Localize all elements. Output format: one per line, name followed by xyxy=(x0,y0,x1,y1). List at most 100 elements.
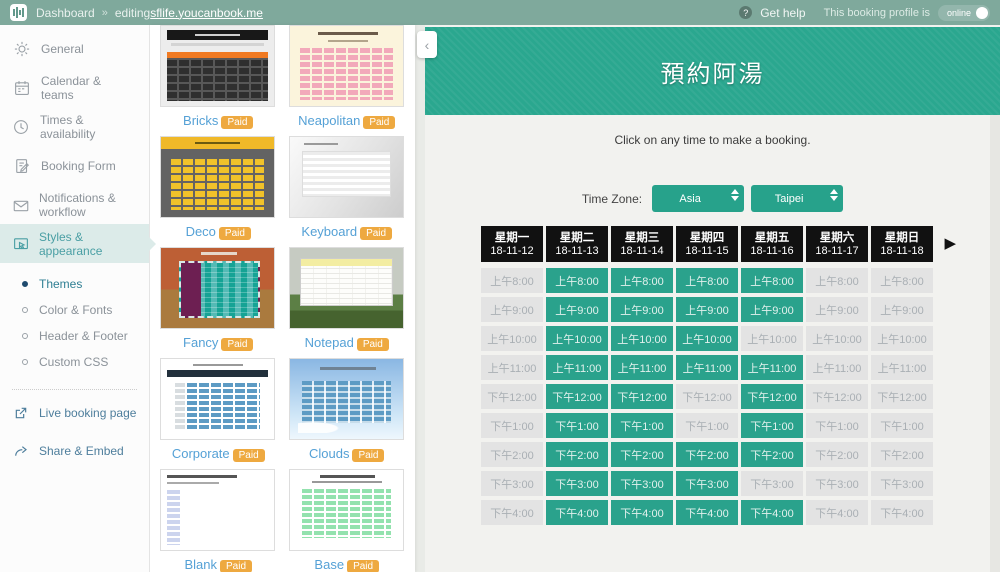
collapse-preview-button[interactable]: ‹ xyxy=(417,31,437,58)
theme-thumbnail-fancy[interactable] xyxy=(160,247,275,329)
preview-scrollbar[interactable] xyxy=(990,115,1000,572)
time-slot-18-11-13-下午1:00[interactable]: 下午1:00 xyxy=(546,413,608,438)
time-slot-18-11-16-下午4:00[interactable]: 下午4:00 xyxy=(741,500,803,525)
time-slot-18-11-15-上午8:00[interactable]: 上午8:00 xyxy=(676,268,738,293)
time-slot-18-11-15-下午3:00[interactable]: 下午3:00 xyxy=(676,471,738,496)
time-slot-18-11-13-上午8:00[interactable]: 上午8:00 xyxy=(546,268,608,293)
theme-card-bricks[interactable]: Bricks Paid xyxy=(160,25,277,129)
time-slot-18-11-13-下午2:00[interactable]: 下午2:00 xyxy=(546,442,608,467)
sidebar-subitem-themes[interactable]: Themes xyxy=(0,271,149,297)
theme-card-clouds[interactable]: Clouds Paid xyxy=(288,358,406,462)
sidebar-item-times-availability[interactable]: Times & availability xyxy=(0,107,149,146)
theme-thumbnail-clouds[interactable] xyxy=(288,358,404,440)
sidebar-subitem-custom-css[interactable]: Custom CSS xyxy=(0,349,149,375)
theme-card-deco[interactable]: Deco Paid xyxy=(160,136,277,240)
theme-name[interactable]: Notepad xyxy=(305,335,354,350)
theme-thumbnail-corporate[interactable] xyxy=(160,358,275,440)
time-slot-18-11-13-上午11:00[interactable]: 上午11:00 xyxy=(546,355,608,380)
day-header-18-11-17: 星期六 18-11-17 xyxy=(806,226,868,262)
gear-icon xyxy=(12,39,32,59)
time-slot-18-11-15-上午10:00[interactable]: 上午10:00 xyxy=(676,326,738,351)
time-slot-18-11-13-下午3:00[interactable]: 下午3:00 xyxy=(546,471,608,496)
time-slot-18-11-16-下午1:00[interactable]: 下午1:00 xyxy=(741,413,803,438)
day-name: 星期五 xyxy=(754,231,790,244)
theme-card-corporate[interactable]: Corporate Paid xyxy=(160,358,277,462)
theme-thumbnail-blank[interactable] xyxy=(160,469,275,551)
time-slot-18-11-15-下午4:00[interactable]: 下午4:00 xyxy=(676,500,738,525)
time-slot-18-11-13-上午10:00[interactable]: 上午10:00 xyxy=(546,326,608,351)
breadcrumb-dashboard[interactable]: Dashboard xyxy=(36,6,95,20)
theme-thumbnail-bricks[interactable] xyxy=(160,25,275,107)
timezone-region-select[interactable]: Asia xyxy=(652,185,745,212)
time-slot-18-11-14-下午1:00[interactable]: 下午1:00 xyxy=(611,413,673,438)
profile-status-label: This booking profile is xyxy=(823,6,930,19)
theme-caption: Base Paid xyxy=(289,557,406,572)
theme-card-base[interactable]: Base Paid xyxy=(288,469,406,572)
time-slot-18-11-16-上午11:00[interactable]: 上午11:00 xyxy=(741,355,803,380)
theme-name[interactable]: Bricks xyxy=(183,113,218,128)
sidebar-item-label: Calendar & teams xyxy=(40,73,102,102)
thumb-decor xyxy=(201,252,237,255)
time-slot-18-11-14-上午11:00[interactable]: 上午11:00 xyxy=(611,355,673,380)
theme-card-neapolitan[interactable]: Neapolitan Paid xyxy=(288,25,406,129)
theme-thumbnail-notepad[interactable] xyxy=(288,247,404,329)
theme-name[interactable]: Keyboard xyxy=(301,224,357,239)
time-slot-18-11-13-上午9:00[interactable]: 上午9:00 xyxy=(546,297,608,322)
theme-name[interactable]: Clouds xyxy=(309,446,349,461)
time-slot-18-11-14-下午3:00[interactable]: 下午3:00 xyxy=(611,471,673,496)
profile-domain-link[interactable]: sflife.youcanbook.me xyxy=(150,6,263,20)
online-toggle[interactable]: online xyxy=(937,4,990,21)
time-slot-18-11-14-上午10:00[interactable]: 上午10:00 xyxy=(611,326,673,351)
timezone-label: Time Zone: xyxy=(581,191,643,206)
theme-card-notepad[interactable]: Notepad Paid xyxy=(288,247,406,351)
theme-thumbnail-deco[interactable] xyxy=(160,136,275,218)
theme-thumbnail-base[interactable] xyxy=(288,469,404,551)
sidebar-link-share-embed[interactable]: Share & Embed xyxy=(0,432,149,470)
time-slot-18-11-14-下午4:00[interactable]: 下午4:00 xyxy=(611,500,673,525)
sidebar-subitem-header-footer[interactable]: Header & Footer xyxy=(0,323,149,349)
thumb-decor xyxy=(175,383,260,431)
timezone-city-select[interactable]: Taipei xyxy=(751,185,844,212)
timezone-row: Time Zone: Asia Taipei xyxy=(425,185,1000,212)
day-name: 星期二 xyxy=(559,231,595,244)
theme-card-fancy[interactable]: Fancy Paid xyxy=(160,247,277,351)
sidebar-item-calendar-teams[interactable]: Calendar & teams xyxy=(0,68,149,107)
time-slot-18-11-14-上午8:00[interactable]: 上午8:00 xyxy=(611,268,673,293)
booking-page-title: 預約阿湯 xyxy=(660,60,765,88)
theme-thumbnail-neapolitan[interactable] xyxy=(288,25,404,107)
time-slot-18-11-14-下午2:00[interactable]: 下午2:00 xyxy=(611,442,673,467)
sidebar-divider xyxy=(12,389,137,390)
next-week-arrow-icon[interactable]: ▶ xyxy=(944,234,956,252)
theme-name[interactable]: Base xyxy=(314,557,344,572)
theme-name[interactable]: Fancy xyxy=(183,335,218,350)
thumb-decor xyxy=(301,381,391,423)
sidebar-item-booking-form[interactable]: Booking Form xyxy=(0,146,149,185)
time-slot-18-11-15-下午2:00[interactable]: 下午2:00 xyxy=(676,442,738,467)
sidebar-link-live-booking-page[interactable]: Live booking page xyxy=(0,394,149,432)
time-slot-18-11-13-下午12:00[interactable]: 下午12:00 xyxy=(546,384,608,409)
sidebar-item-styles-appearance[interactable]: Styles & appearance xyxy=(0,224,156,263)
theme-card-keyboard[interactable]: Keyboard Paid xyxy=(288,136,406,240)
theme-name[interactable]: Blank xyxy=(184,557,217,572)
day-name: 星期三 xyxy=(624,231,660,244)
time-slot-18-11-14-上午9:00[interactable]: 上午9:00 xyxy=(611,297,673,322)
sidebar-subitem-color-fonts[interactable]: Color & Fonts xyxy=(0,297,149,323)
sidebar-item-notifications-workflow[interactable]: Notifications & workflow xyxy=(0,185,149,224)
time-slot-18-11-13-下午4:00[interactable]: 下午4:00 xyxy=(546,500,608,525)
help-icon[interactable]: ? xyxy=(739,6,753,19)
theme-name[interactable]: Deco xyxy=(186,224,216,239)
theme-name[interactable]: Neapolitan xyxy=(298,113,360,128)
time-slot-18-11-16-下午2:00[interactable]: 下午2:00 xyxy=(741,442,803,467)
time-slot-18-11-15-上午11:00[interactable]: 上午11:00 xyxy=(676,355,738,380)
time-slot-18-11-16-上午9:00[interactable]: 上午9:00 xyxy=(741,297,803,322)
theme-thumbnail-keyboard[interactable] xyxy=(288,136,404,218)
share-icon xyxy=(12,442,30,460)
time-slot-18-11-16-上午8:00[interactable]: 上午8:00 xyxy=(741,268,803,293)
sidebar-item-general[interactable]: General xyxy=(0,29,149,68)
get-help-link[interactable]: Get help xyxy=(760,6,805,20)
time-slot-18-11-16-下午12:00[interactable]: 下午12:00 xyxy=(741,384,803,409)
time-slot-18-11-15-上午9:00[interactable]: 上午9:00 xyxy=(676,297,738,322)
theme-card-blank[interactable]: Blank Paid xyxy=(160,469,277,572)
theme-name[interactable]: Corporate xyxy=(172,446,230,461)
time-slot-18-11-14-下午12:00[interactable]: 下午12:00 xyxy=(611,384,673,409)
